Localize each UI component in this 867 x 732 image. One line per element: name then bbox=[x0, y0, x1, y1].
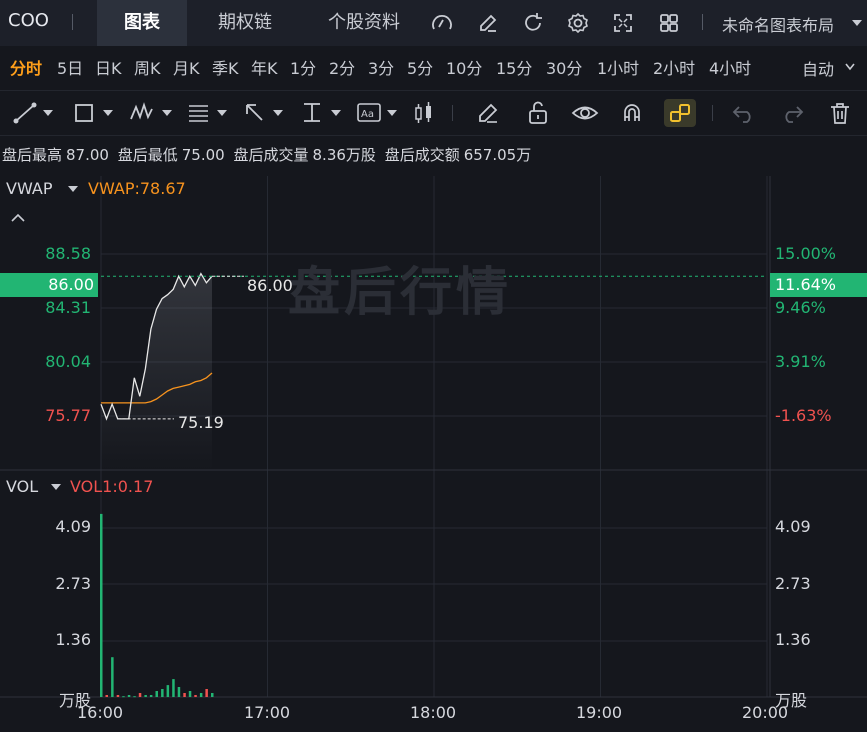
volume-bar bbox=[161, 689, 164, 697]
volume-bar bbox=[144, 695, 147, 697]
volume-bar bbox=[177, 687, 181, 697]
pct-tick: -1.63% bbox=[775, 406, 832, 425]
vwap-indicator-value: VWAP:78.67 bbox=[88, 179, 186, 198]
time-tick: 17:00 bbox=[244, 703, 291, 722]
chart-canvas[interactable] bbox=[0, 0, 867, 732]
price-tick: 88.58 bbox=[45, 244, 91, 263]
watermark: 盘后行情 bbox=[288, 263, 513, 323]
indicator-dropdown-icon[interactable] bbox=[51, 484, 61, 492]
volume-bars bbox=[100, 513, 214, 698]
vwap-indicator-name[interactable]: VWAP bbox=[6, 179, 52, 198]
current-pct-tag: 11.64% bbox=[770, 273, 867, 297]
pct-tick: 9.46% bbox=[775, 298, 826, 317]
volume-bar bbox=[100, 513, 103, 697]
high-marker-label: 86.00 bbox=[247, 276, 293, 295]
price-tick: 84.31 bbox=[45, 298, 91, 317]
volume-bar bbox=[166, 685, 170, 697]
low-marker-label: 75.19 bbox=[178, 413, 224, 432]
current-price-tag: 86.00 bbox=[0, 273, 98, 297]
volume-bar bbox=[205, 689, 208, 697]
volume-bar bbox=[127, 695, 131, 697]
volume-bar bbox=[194, 695, 197, 697]
volume-bar bbox=[199, 693, 203, 697]
volume-bar bbox=[116, 695, 120, 697]
volume-tick: 4.09 bbox=[55, 517, 91, 536]
volume-tick: 4.09 bbox=[775, 517, 811, 536]
volume-tick: 2.73 bbox=[775, 574, 811, 593]
volume-bar bbox=[183, 693, 186, 697]
time-tick: 19:00 bbox=[576, 703, 623, 722]
indicator-dropdown-icon[interactable] bbox=[68, 186, 78, 194]
volume-bar bbox=[149, 695, 153, 697]
vol-indicator-value: VOL1:0.17 bbox=[70, 477, 154, 496]
volume-bar bbox=[105, 695, 108, 697]
volume-bar bbox=[172, 679, 175, 697]
volume-bar bbox=[211, 693, 214, 697]
volume-bar bbox=[138, 693, 142, 697]
price-tick: 80.04 bbox=[45, 352, 91, 371]
collapse-icon[interactable] bbox=[11, 213, 25, 223]
volume-bar bbox=[188, 691, 192, 697]
price-area bbox=[101, 273, 212, 470]
pct-tick: 3.91% bbox=[775, 352, 826, 371]
volume-tick: 2.73 bbox=[55, 574, 91, 593]
volume-bar bbox=[111, 657, 114, 697]
volume-bar bbox=[122, 696, 125, 698]
vol-indicator-name[interactable]: VOL bbox=[6, 477, 38, 496]
volume-tick: 1.36 bbox=[55, 630, 91, 649]
time-tick: 20:00 bbox=[742, 703, 789, 722]
volume-tick: 1.36 bbox=[775, 630, 811, 649]
volume-bar bbox=[133, 696, 136, 698]
time-tick: 16:00 bbox=[77, 703, 124, 722]
pct-tick: 15.00% bbox=[775, 244, 837, 263]
volume-bar bbox=[155, 691, 158, 697]
price-tick: 75.77 bbox=[45, 406, 91, 425]
time-tick: 18:00 bbox=[410, 703, 457, 722]
